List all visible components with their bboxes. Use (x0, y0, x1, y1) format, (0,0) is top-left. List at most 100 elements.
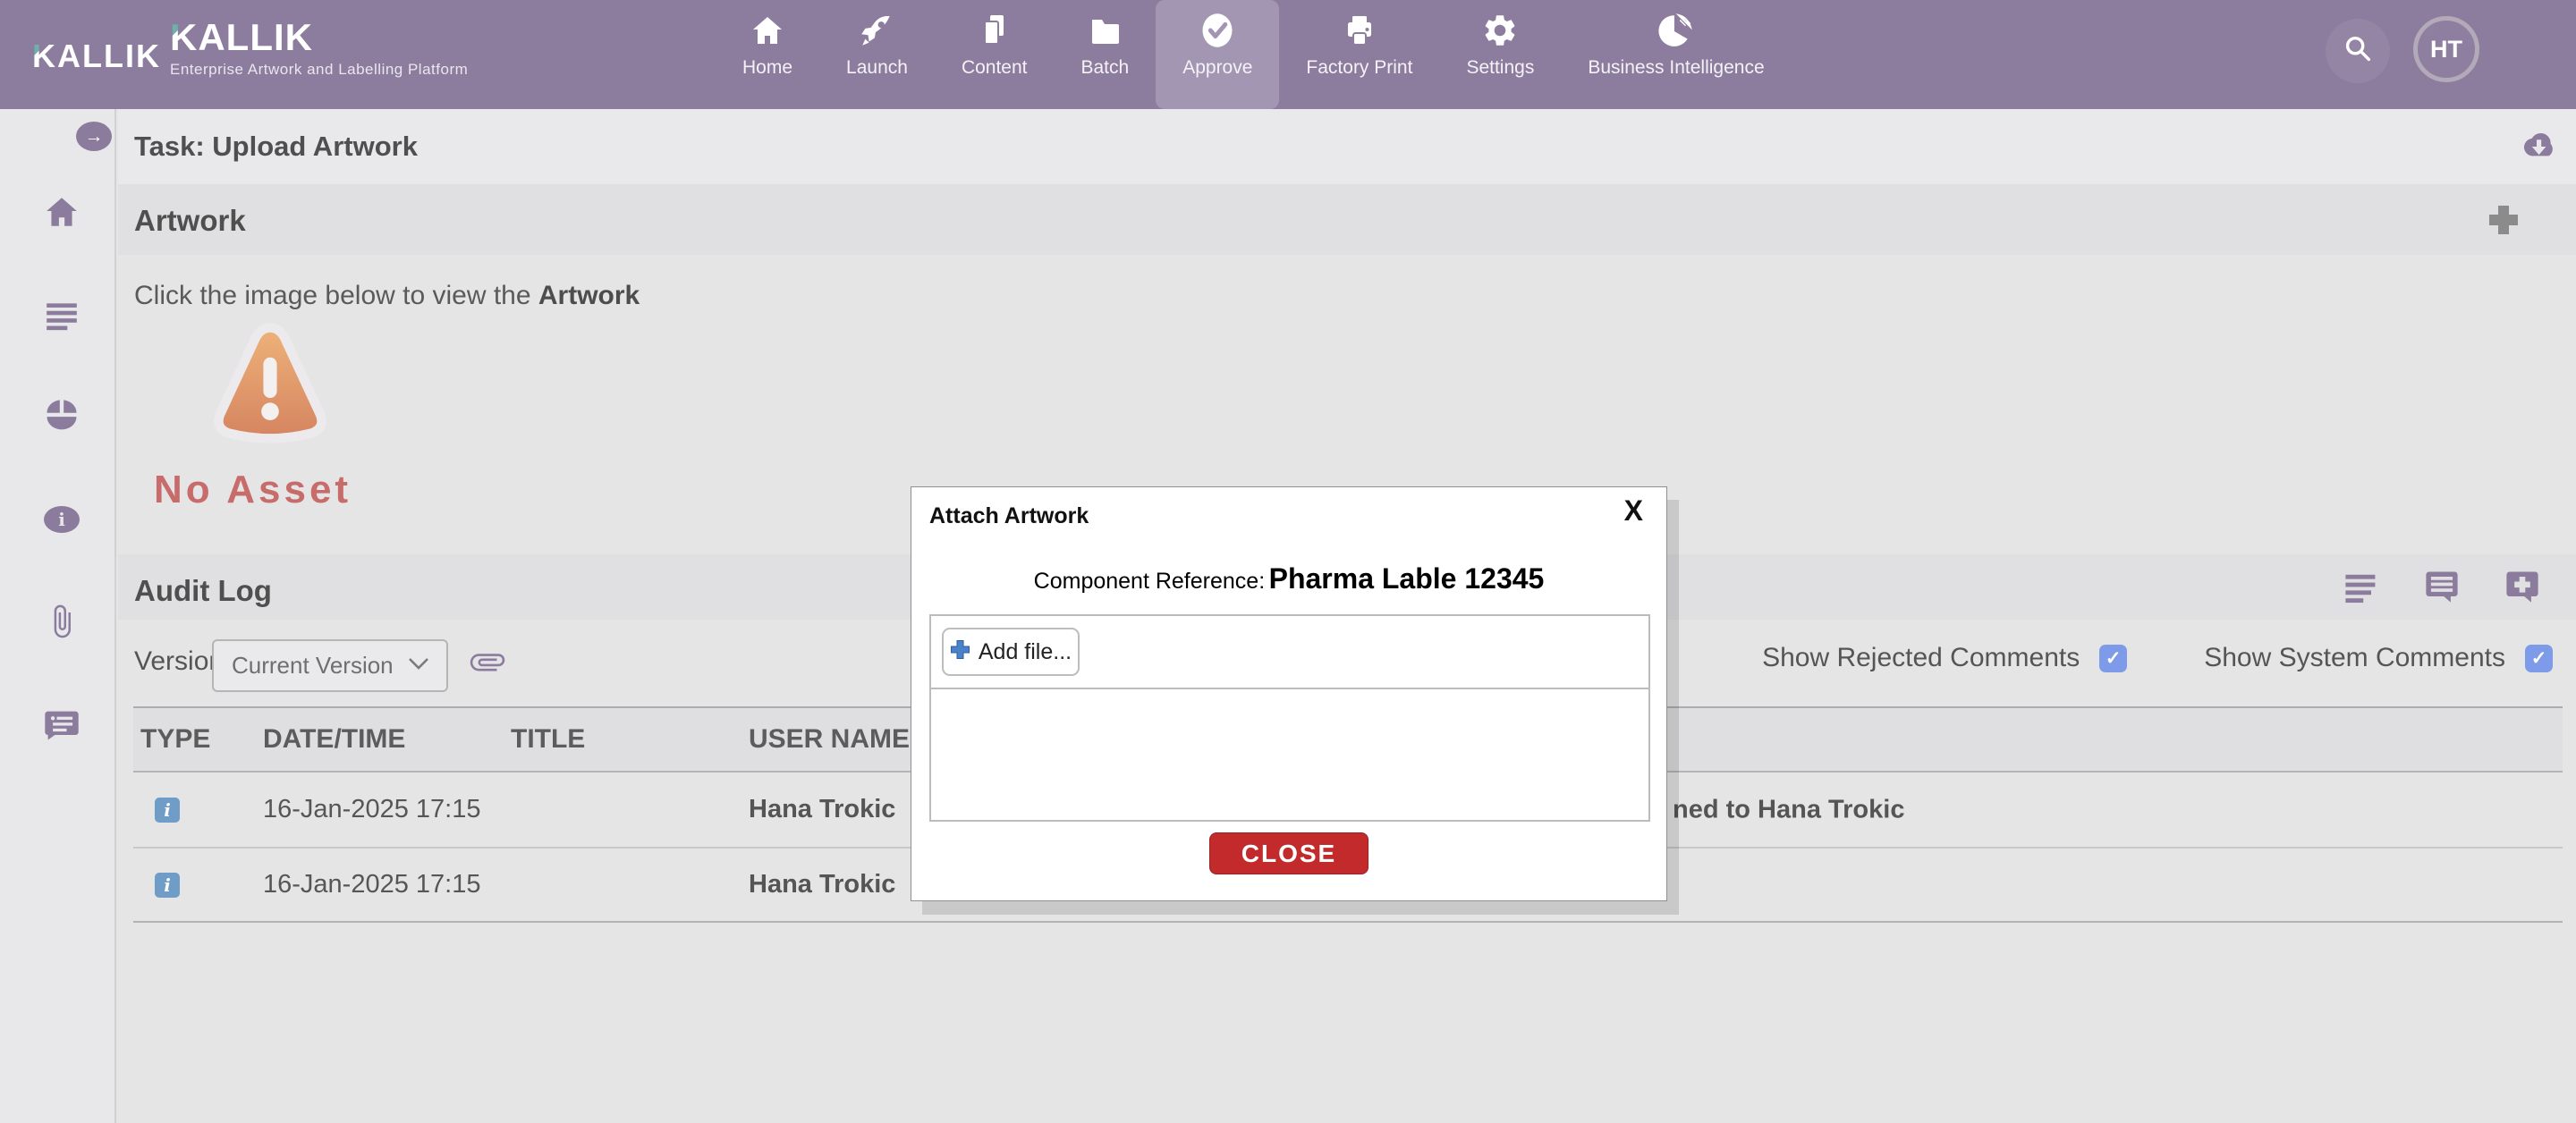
nav-item-settings[interactable]: Settings (1439, 0, 1561, 109)
search-icon (2341, 32, 2375, 71)
close-button[interactable]: CLOSE (1209, 832, 1368, 874)
artwork-hint-text: Click the image below to view the Artwor… (134, 281, 640, 311)
version-selected-value: Current Version (232, 652, 407, 680)
no-asset-label: No Asset (154, 468, 440, 512)
nav-label: Factory Print (1306, 57, 1412, 79)
column-header-title: TITLE (502, 724, 740, 755)
hint-bold: Artwork (538, 281, 640, 310)
nav-item-launch[interactable]: Launch (819, 0, 935, 109)
folder-icon (1085, 11, 1124, 50)
pie-chart-icon (1657, 11, 1696, 50)
warning-triangle-icon (209, 446, 331, 461)
plus-icon (950, 639, 970, 664)
cloud-download-icon[interactable] (2513, 125, 2560, 168)
sidebar-item-segments[interactable] (41, 397, 82, 438)
main-nav: Home Launch Content Batch Approve (716, 0, 1792, 109)
show-rejected-label: Show Rejected Comments (1762, 643, 2080, 673)
pie-segments-icon (42, 396, 81, 440)
file-upload-box: Add file... (929, 614, 1650, 822)
logo-letters: ALLIK (198, 16, 313, 58)
nav-item-approve[interactable]: Approve (1156, 0, 1279, 109)
logo-subtitle: Enterprise Artwork and Labelling Platfor… (170, 61, 468, 79)
nav-label: Content (962, 57, 1028, 79)
nav-label: Settings (1466, 57, 1534, 79)
show-system-checkbox[interactable]: ✓ (2525, 645, 2553, 672)
comment-list-icon (42, 705, 81, 749)
comment-filters: Show Rejected Comments ✓ Show System Com… (1762, 643, 2553, 673)
gear-icon (1480, 11, 1520, 50)
task-header-row: Task: Upload Artwork (118, 109, 2576, 184)
comment-lines-icon[interactable] (2422, 567, 2462, 606)
cell-description-fragment: ned to Hana Trokic (1673, 795, 1904, 824)
check-icon: ✓ (2531, 647, 2547, 670)
nav-label: Launch (846, 57, 908, 79)
cell-datetime: 16-Jan-2025 17:15 (254, 795, 502, 824)
sidebar-expand-button[interactable]: → (76, 122, 112, 151)
show-system-label: Show System Comments (2204, 643, 2505, 673)
nav-label: Business Intelligence (1588, 57, 1764, 79)
kallik-logo-main: KALLIK Enterprise Artwork and Labelling … (170, 18, 468, 79)
arrow-right-icon: → (85, 126, 104, 148)
nav-label: Approve (1182, 57, 1252, 79)
file-upload-toolbar: Add file... (931, 616, 1648, 689)
home-icon (748, 11, 787, 50)
left-sidebar: → i (0, 109, 116, 1123)
logo-letters: ALLIK (57, 38, 161, 74)
home-icon (43, 193, 80, 235)
check-circle-icon (1198, 11, 1237, 50)
add-artwork-icon[interactable] (2486, 202, 2521, 238)
chevron-down-icon (407, 655, 430, 676)
paperclip-icon (44, 602, 80, 646)
artwork-section-title: Artwork (134, 204, 246, 238)
comment-add-icon[interactable] (2503, 567, 2542, 606)
dialog-title: Attach Artwork (929, 503, 1089, 529)
sidebar-item-list[interactable] (41, 297, 82, 338)
component-reference-label: Component Reference: (1034, 569, 1265, 594)
info-icon: i (155, 873, 180, 898)
svg-text:i: i (58, 509, 65, 530)
file-list-area (931, 689, 1648, 820)
column-header-datetime: DATE/TIME (254, 724, 502, 755)
nav-label: Home (742, 57, 792, 79)
close-icon[interactable]: X (1624, 494, 1643, 528)
add-file-label: Add file... (979, 639, 1072, 665)
nav-item-factory-print[interactable]: Factory Print (1279, 0, 1439, 109)
component-reference-value: Pharma Lable 12345 (1269, 562, 1545, 595)
avatar-initials: HT (2430, 36, 2462, 63)
search-button[interactable] (2326, 19, 2390, 83)
rocket-icon (857, 11, 896, 50)
column-header-type: TYPE (133, 724, 254, 755)
attach-artwork-dialog: Attach Artwork X Component Reference: Ph… (911, 486, 1667, 901)
audit-log-title: Audit Log (134, 574, 272, 608)
audit-log-toolbar (2342, 567, 2542, 606)
list-lines-icon (43, 297, 80, 339)
page-title: Task: Upload Artwork (134, 131, 418, 163)
version-paperclip-icon[interactable] (469, 643, 506, 680)
sidebar-item-comments[interactable] (41, 706, 82, 747)
nav-item-business-intelligence[interactable]: Business Intelligence (1561, 0, 1791, 109)
version-select[interactable]: Current Version (212, 639, 448, 692)
nav-label: Batch (1081, 57, 1130, 79)
user-avatar[interactable]: HT (2413, 16, 2479, 82)
show-rejected-checkbox[interactable]: ✓ (2099, 645, 2127, 672)
nav-item-content[interactable]: Content (935, 0, 1055, 109)
component-reference: Component Reference: Pharma Lable 12345 (911, 562, 1666, 595)
check-icon: ✓ (2106, 647, 2122, 670)
sidebar-item-info[interactable]: i (41, 501, 82, 542)
artwork-section-header: Artwork (118, 184, 2576, 255)
add-file-button[interactable]: Add file... (942, 628, 1080, 676)
top-navigation-bar: KALLIK KALLIK Enterprise Artwork and Lab… (0, 0, 2576, 109)
sidebar-item-attachments[interactable] (41, 603, 82, 644)
logo-letter-k: K (32, 38, 57, 74)
hint-prefix: Click the image below to view the (134, 281, 538, 310)
sidebar-item-home[interactable] (41, 193, 82, 234)
align-left-icon[interactable] (2342, 567, 2381, 606)
nav-item-batch[interactable]: Batch (1055, 0, 1157, 109)
no-asset-image[interactable]: No Asset (154, 317, 386, 512)
info-icon: i (155, 798, 180, 823)
logo-letter-k: K (170, 16, 198, 58)
nav-item-home[interactable]: Home (716, 0, 819, 109)
cell-datetime: 16-Jan-2025 17:15 (254, 870, 502, 899)
kallik-logo-small: KALLIK (32, 38, 161, 75)
printer-icon (1340, 11, 1379, 50)
